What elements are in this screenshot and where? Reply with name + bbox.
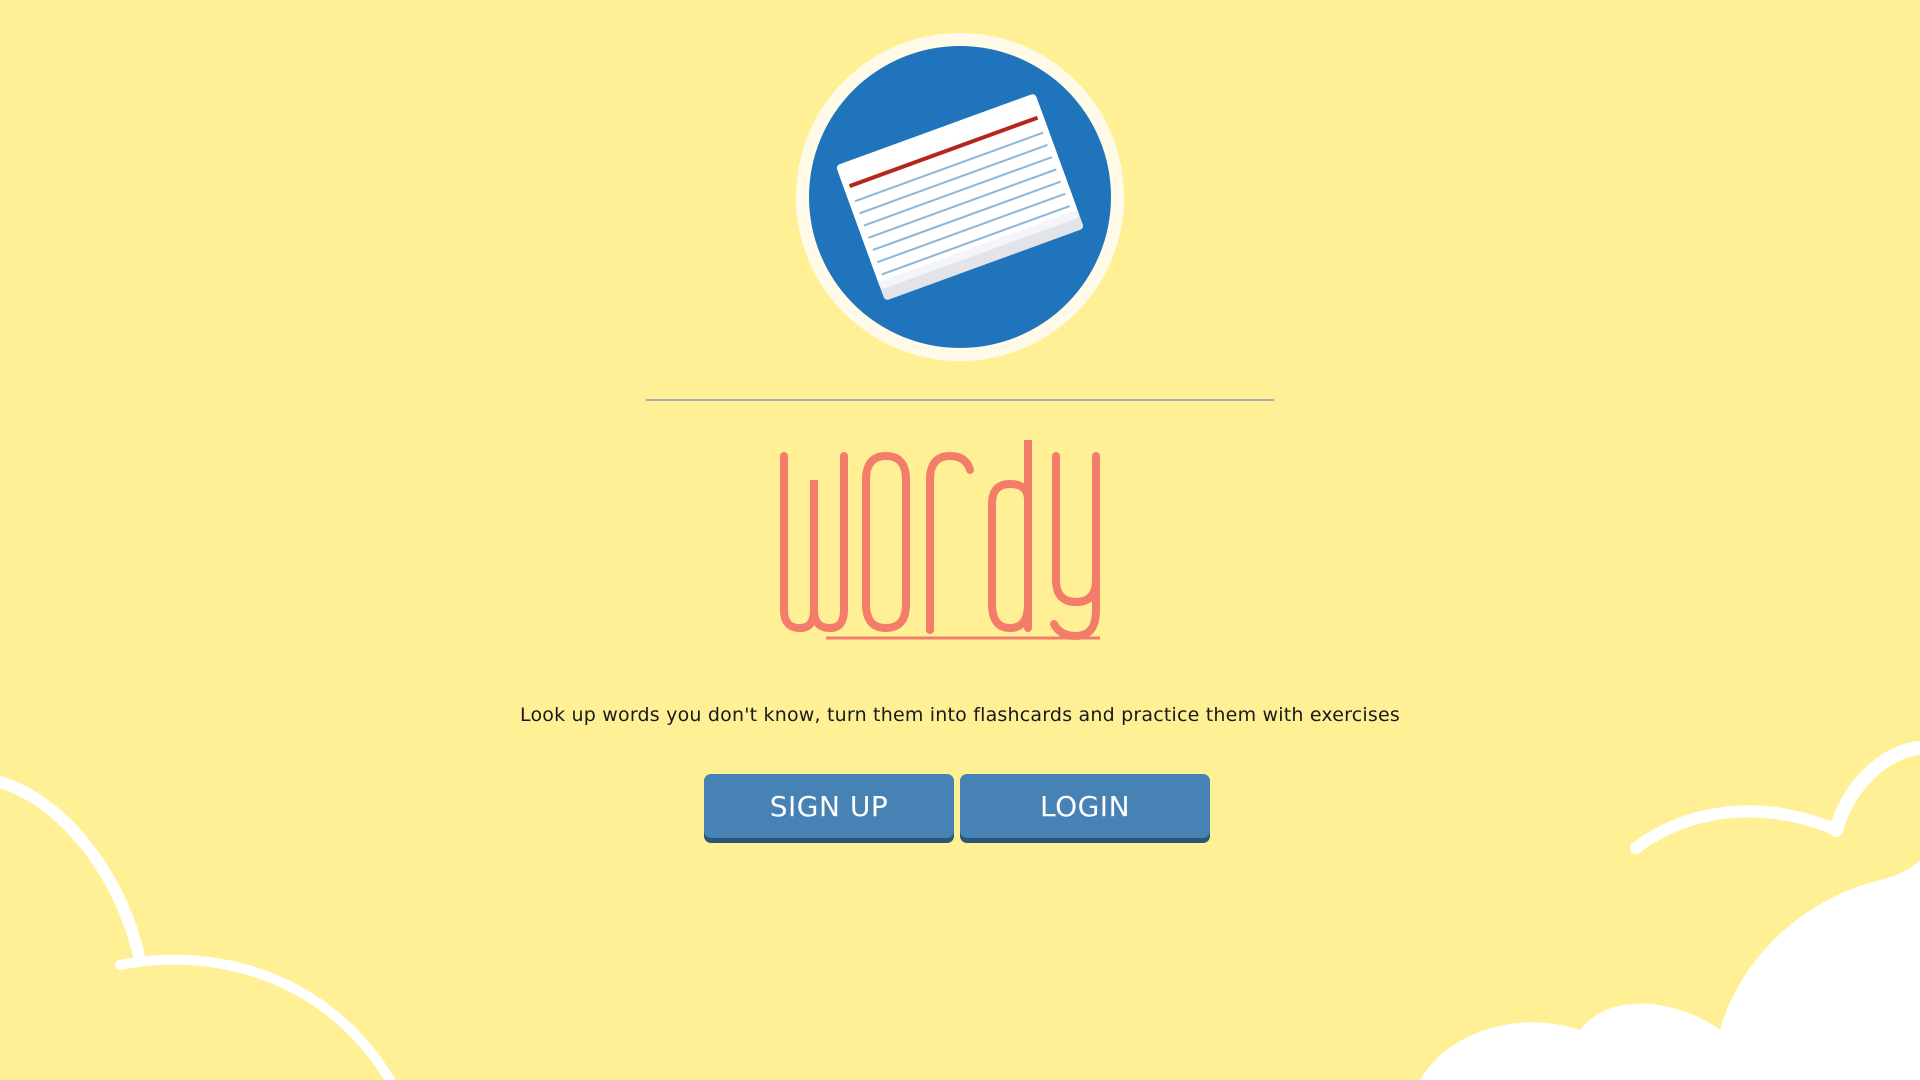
brand-wordmark: wordy [770, 416, 1150, 650]
auth-actions: SIGN UP LOGIN [704, 774, 1210, 840]
brand-name-text: wordy [958, 558, 961, 561]
flashcard-stack-icon [796, 33, 1124, 361]
sign-up-button[interactable]: SIGN UP [704, 774, 954, 838]
divider [646, 399, 1274, 401]
tagline: Look up words you don't know, turn them … [520, 704, 1400, 726]
login-button[interactable]: LOGIN [960, 774, 1210, 838]
app-logo [796, 33, 1124, 361]
